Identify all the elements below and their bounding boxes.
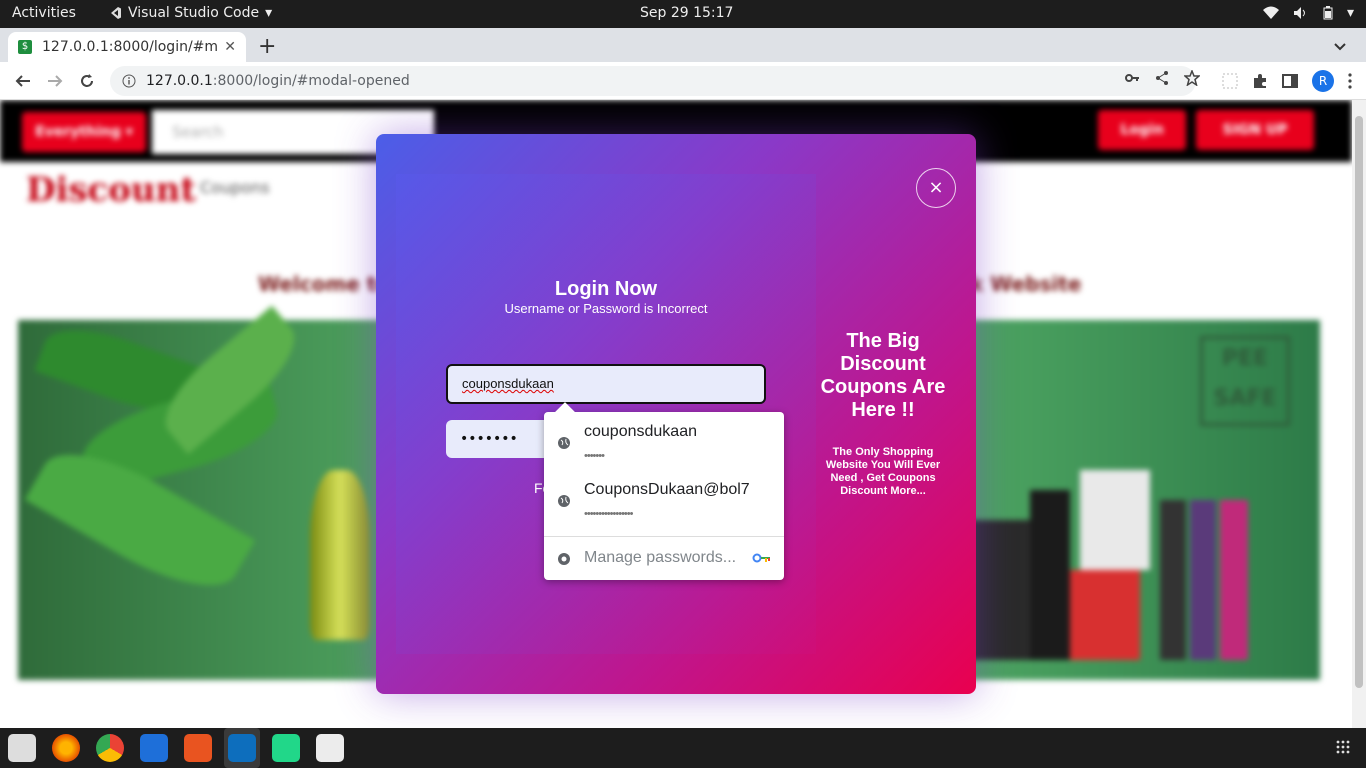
- page-scrollbar[interactable]: [1352, 100, 1366, 728]
- browser-tab[interactable]: $ 127.0.0.1:8000/login/#mo ✕: [8, 32, 246, 62]
- login-title: Login Now: [554, 278, 658, 300]
- omnibox-actions: [1124, 70, 1200, 86]
- product-images: [970, 470, 1248, 660]
- close-tab-icon[interactable]: ✕: [224, 39, 236, 55]
- extensions-puzzle-icon[interactable]: [1252, 73, 1268, 89]
- manage-passwords-label: Manage passwords...: [584, 549, 737, 566]
- url-path: :8000/login/#modal-opened: [212, 73, 410, 89]
- software-center-icon[interactable]: [184, 734, 212, 762]
- new-tab-button[interactable]: +: [258, 34, 276, 59]
- autofill-suggestion[interactable]: CouponsDukaan@bol7 •••••••••••••••••: [544, 470, 784, 528]
- chevron-down-icon: ▾: [265, 5, 273, 21]
- vscode-dock-icon[interactable]: [228, 734, 256, 762]
- vase-image: [310, 470, 370, 640]
- wifi-icon: [1262, 6, 1279, 19]
- writer-icon[interactable]: [140, 734, 168, 762]
- login-error-message: Username or Password is Incorrect: [504, 301, 708, 316]
- pycharm-icon[interactable]: [272, 734, 300, 762]
- profile-avatar[interactable]: R: [1312, 70, 1334, 92]
- system-top-bar: Activities Visual Studio Code ▾ Sep 29 1…: [0, 0, 1366, 28]
- suggestion-username: CouponsDukaan@bol7: [584, 481, 750, 498]
- site-signup-button[interactable]: SIGN UP: [1196, 110, 1314, 150]
- favicon-icon: $: [18, 40, 32, 54]
- manage-passwords-item[interactable]: Manage passwords...: [544, 537, 784, 580]
- app-name: Visual Studio Code: [128, 5, 260, 21]
- app-menu[interactable]: Visual Studio Code ▾: [108, 5, 272, 21]
- key-icon[interactable]: [1124, 70, 1140, 86]
- forward-button[interactable]: [44, 70, 66, 92]
- activities-button[interactable]: Activities: [12, 5, 76, 21]
- info-icon: [122, 74, 136, 88]
- bookmark-star-icon[interactable]: [1184, 70, 1200, 86]
- password-manager-key-icon: [752, 553, 770, 563]
- extension-blocked-icon[interactable]: [1222, 73, 1238, 89]
- vscode-icon: [111, 7, 121, 19]
- back-button[interactable]: [12, 70, 34, 92]
- menu-kebab-icon[interactable]: [1348, 73, 1352, 89]
- password-autofill-dropdown: couponsdukaan ••••••• CouponsDukaan@bol7…: [544, 402, 784, 580]
- side-panel-icon[interactable]: [1282, 73, 1298, 89]
- autofill-suggestion[interactable]: couponsdukaan •••••••: [544, 412, 784, 470]
- volume-icon: [1293, 7, 1305, 19]
- chrome-icon: [558, 553, 570, 565]
- suggestion-username: couponsdukaan: [584, 423, 697, 440]
- close-modal-button[interactable]: ×: [916, 168, 956, 208]
- welcome-text-left: Welcome to: [258, 272, 391, 296]
- site-logo-sub: Coupons: [200, 178, 270, 197]
- promo-heading: The Big Discount Coupons Are Here !!: [820, 330, 946, 421]
- firefox-icon[interactable]: [52, 734, 80, 762]
- share-icon[interactable]: [1154, 70, 1170, 86]
- username-input[interactable]: couponsdukaan: [446, 364, 766, 404]
- toolbar-actions: R: [1222, 70, 1352, 92]
- show-apps-grid-icon[interactable]: [1336, 740, 1350, 754]
- welcome-text-right: k Website: [970, 272, 1082, 296]
- browser-tab-strip: $ 127.0.0.1:8000/login/#mo ✕ +: [0, 28, 1366, 62]
- banner-brand-logo: PEE SAFE: [1200, 336, 1290, 426]
- ubuntu-dock: [0, 728, 1366, 768]
- globe-icon: [558, 495, 570, 507]
- inkscape-icon[interactable]: [316, 734, 344, 762]
- chevron-down-icon: ▾: [1346, 5, 1354, 21]
- forward-arrow-icon: [48, 75, 63, 87]
- tab-search-icon[interactable]: [1334, 36, 1346, 55]
- suggestion-password-mask: •••••••: [584, 450, 605, 462]
- scrollbar-thumb[interactable]: [1355, 116, 1363, 688]
- battery-icon: [1323, 6, 1333, 20]
- promo-text: The Only Shopping Website You Will Ever …: [825, 446, 941, 497]
- reload-icon: [81, 74, 93, 87]
- site-logo[interactable]: Discount: [26, 170, 196, 210]
- browser-toolbar: 127.0.0.1:8000/login/#modal-opened R: [0, 62, 1366, 100]
- reload-button[interactable]: [76, 70, 98, 92]
- address-bar[interactable]: 127.0.0.1:8000/login/#modal-opened: [110, 66, 1196, 96]
- url-host: 127.0.0.1: [146, 73, 213, 89]
- site-login-button[interactable]: Login: [1098, 110, 1186, 150]
- chrome-app-icon[interactable]: [96, 734, 124, 762]
- system-tray[interactable]: ▾: [1262, 5, 1354, 21]
- tab-title: 127.0.0.1:8000/login/#mo: [42, 39, 219, 55]
- files-icon[interactable]: [8, 734, 36, 762]
- clock[interactable]: Sep 29 15:17: [640, 5, 733, 21]
- back-arrow-icon: [15, 75, 30, 87]
- globe-icon: [558, 437, 570, 449]
- suggestion-password-mask: •••••••••••••••••: [584, 508, 633, 520]
- category-dropdown[interactable]: Everything ▾: [22, 112, 146, 152]
